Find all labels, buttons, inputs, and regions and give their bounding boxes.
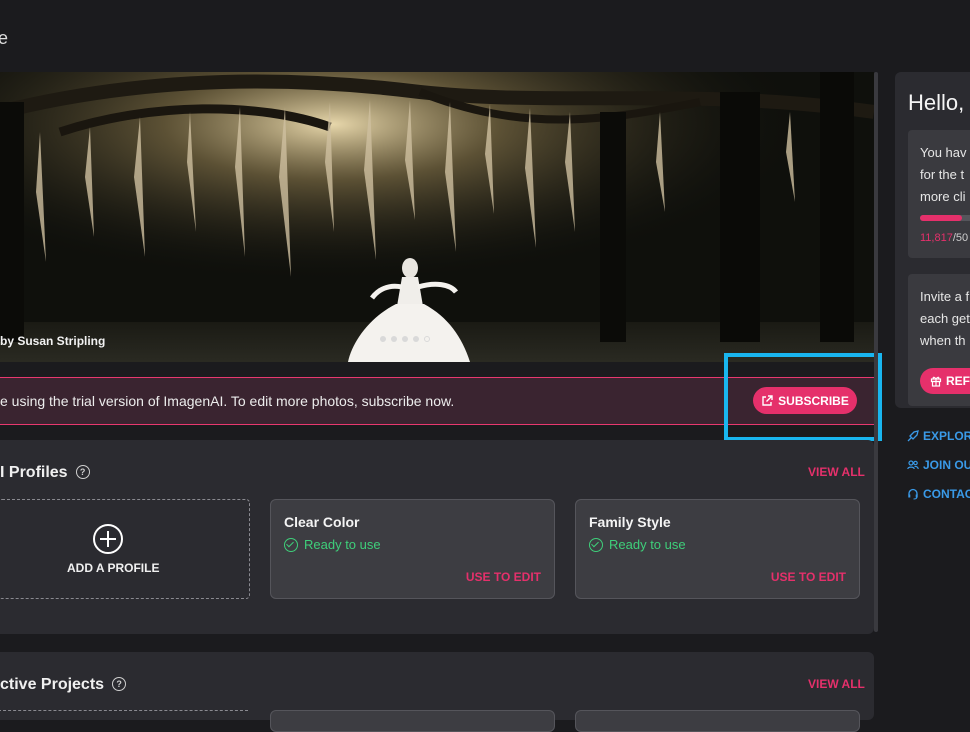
credits-progress-fill	[920, 215, 962, 221]
check-circle-icon	[589, 537, 603, 552]
profiles-title: I Profiles?	[0, 464, 90, 482]
greeting: Hello,	[908, 90, 965, 115]
profile-name: Family Style	[589, 514, 671, 530]
invite-line: each get	[920, 311, 970, 326]
use-to-edit-link[interactable]: USE TO EDIT	[466, 570, 541, 584]
top-bar: e	[0, 0, 970, 70]
usage-line: for the t	[920, 167, 965, 182]
refer-label: REF	[946, 374, 970, 388]
carousel-dots[interactable]	[380, 336, 430, 342]
hero-carousel[interactable]: by Susan Stripling	[0, 72, 874, 362]
carousel-dot[interactable]	[413, 336, 419, 342]
highlight-annotation	[724, 353, 882, 441]
add-project-card[interactable]	[0, 710, 248, 711]
contact-link[interactable]: CONTACT	[907, 487, 970, 501]
project-card[interactable]	[270, 710, 555, 732]
profiles-view-all-link[interactable]: VIEW ALL	[808, 465, 865, 479]
check-circle-icon	[284, 537, 298, 552]
usage-line: more cli	[920, 189, 966, 204]
explore-link[interactable]: EXPLORE	[907, 429, 970, 443]
carousel-dot-active[interactable]	[424, 336, 430, 342]
profile-name: Clear Color	[284, 514, 360, 530]
profile-status: Ready to use	[589, 537, 686, 552]
carousel-dot[interactable]	[402, 336, 408, 342]
profile-card-family-style[interactable]: Family Style Ready to use USE TO EDIT	[575, 499, 860, 599]
credits-count: 11,817/50	[920, 232, 968, 244]
plus-circle-icon	[93, 524, 123, 554]
help-icon[interactable]: ?	[75, 465, 90, 479]
profile-status-text: Ready to use	[304, 537, 381, 552]
refer-button[interactable]: REF	[920, 368, 970, 394]
profile-status: Ready to use	[284, 537, 381, 552]
users-icon	[907, 460, 919, 470]
contact-label: CONTACT	[923, 487, 970, 501]
app-logo[interactable]: e	[0, 28, 8, 49]
use-to-edit-link[interactable]: USE TO EDIT	[771, 570, 846, 584]
carousel-dot[interactable]	[391, 336, 397, 342]
credits-used: 11,817	[920, 232, 953, 244]
project-card[interactable]	[575, 710, 860, 732]
main-scrollbar[interactable]	[874, 72, 878, 632]
explore-icon	[907, 430, 919, 442]
headset-icon	[908, 488, 918, 500]
profile-card-clear-color[interactable]: Clear Color Ready to use USE TO EDIT	[270, 499, 555, 599]
gift-icon	[930, 376, 942, 387]
carousel-dot[interactable]	[380, 336, 386, 342]
profile-status-text: Ready to use	[609, 537, 686, 552]
invite-line: Invite a f	[920, 289, 970, 304]
help-icon[interactable]: ?	[112, 677, 127, 691]
hero-photo	[0, 72, 874, 362]
invite-line: when th	[920, 333, 966, 348]
projects-title: ctive Projects?	[0, 676, 127, 694]
profiles-title-text: I Profiles	[0, 464, 68, 481]
add-profile-card[interactable]: ADD A PROFILE	[0, 499, 250, 599]
usage-line: You hav	[920, 145, 967, 160]
join-community-link[interactable]: JOIN OU	[907, 458, 970, 472]
explore-label: EXPLORE	[923, 429, 970, 443]
add-profile-label: ADD A PROFILE	[67, 561, 160, 575]
projects-view-all-link[interactable]: VIEW ALL	[808, 677, 865, 691]
photo-credit: by Susan Stripling	[0, 334, 106, 348]
join-label: JOIN OU	[923, 458, 970, 472]
trial-message: e using the trial version of ImagenAI. T…	[0, 393, 455, 409]
credits-total: /50	[952, 232, 969, 244]
projects-title-text: ctive Projects	[0, 676, 105, 693]
